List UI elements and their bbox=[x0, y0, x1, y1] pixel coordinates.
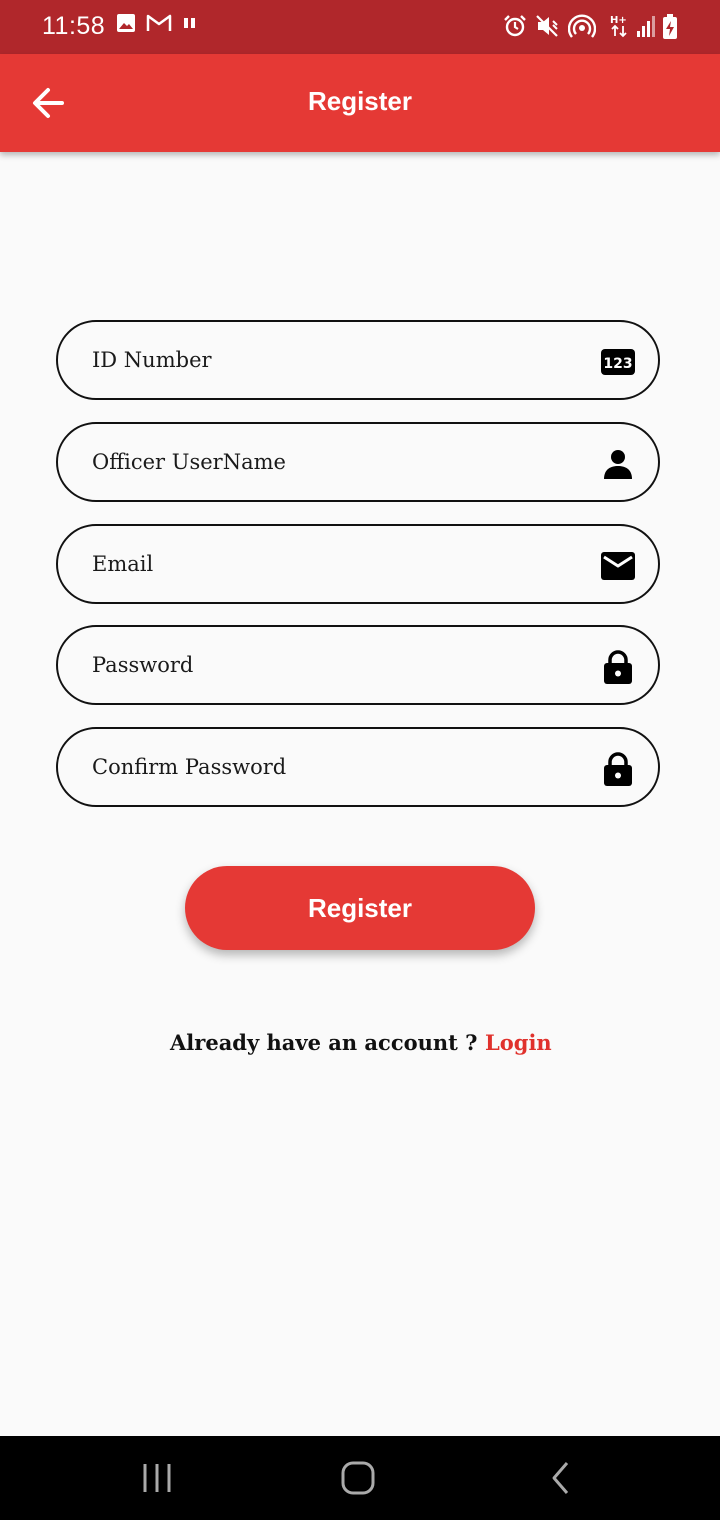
vibrate-mute-icon bbox=[536, 15, 558, 37]
app-bar: Register bbox=[0, 54, 720, 152]
back-icon bbox=[552, 1462, 569, 1494]
login-link[interactable]: Login bbox=[485, 1030, 552, 1055]
email-input[interactable] bbox=[92, 544, 572, 584]
gallery-icon bbox=[117, 14, 135, 32]
battery-charging-icon bbox=[663, 14, 677, 39]
hotspot-icon bbox=[568, 14, 596, 38]
login-prompt: Already have an account ? bbox=[170, 1030, 478, 1055]
recent-apps-button[interactable] bbox=[132, 1458, 182, 1498]
id-number-field[interactable]: 123 bbox=[56, 320, 660, 400]
confirm-password-field[interactable] bbox=[56, 727, 660, 807]
page-title: Register bbox=[307, 86, 413, 116]
pause-icon bbox=[184, 18, 195, 28]
home-icon bbox=[341, 1461, 375, 1495]
password-field[interactable] bbox=[56, 625, 660, 705]
gmail-icon bbox=[146, 14, 172, 31]
lock-icon bbox=[604, 650, 632, 684]
home-button[interactable] bbox=[333, 1458, 383, 1498]
system-nav-bar bbox=[0, 1436, 720, 1520]
id-number-input[interactable] bbox=[92, 340, 572, 380]
email-field[interactable] bbox=[56, 524, 660, 604]
nav-back-button[interactable] bbox=[535, 1458, 585, 1498]
register-button[interactable]: Register bbox=[185, 866, 535, 950]
alarm-icon bbox=[504, 15, 526, 37]
officer-username-input[interactable] bbox=[92, 442, 572, 482]
lock-icon bbox=[604, 752, 632, 786]
login-row: Already have an account ? Login bbox=[0, 1030, 720, 1064]
data-arrows-icon: H+ bbox=[610, 15, 627, 38]
numbers-123-icon: 123 bbox=[601, 349, 635, 375]
svg-text:H+: H+ bbox=[610, 15, 627, 26]
mail-icon bbox=[601, 552, 635, 580]
confirm-password-input[interactable] bbox=[92, 747, 572, 787]
signal-icon bbox=[637, 16, 655, 37]
person-icon bbox=[604, 450, 632, 479]
password-input[interactable] bbox=[92, 645, 572, 685]
status-time: 11:58 bbox=[42, 12, 106, 40]
officer-username-field[interactable] bbox=[56, 422, 660, 502]
recent-apps-icon bbox=[143, 1464, 171, 1492]
status-bar: 11:58 H+ bbox=[0, 0, 720, 54]
svg-text:123: 123 bbox=[603, 356, 632, 372]
